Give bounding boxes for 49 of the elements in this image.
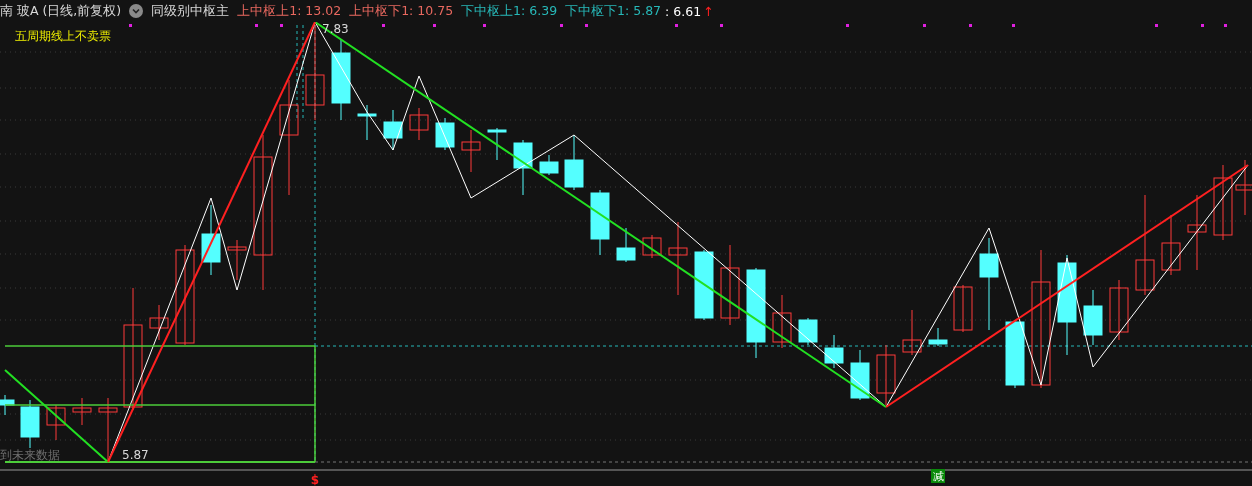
- candlestick: [435, 117, 455, 151]
- note-text: 五周期线上不卖票: [15, 29, 111, 43]
- low-price-label: 5.87: [122, 448, 149, 462]
- candlestick: [487, 127, 507, 161]
- reduce-signal: 减: [931, 469, 945, 483]
- candlestick: [539, 154, 559, 176]
- candlestick: [1161, 214, 1181, 276]
- candlestick: [513, 139, 533, 196]
- candlestick: [72, 397, 92, 426]
- candlestick: [564, 134, 584, 191]
- dropdown-icon[interactable]: [129, 4, 144, 18]
- indicator-value: 下中枢上1: 6.39: [461, 2, 558, 20]
- candlestick: [227, 239, 247, 281]
- candlestick: [1109, 279, 1129, 341]
- dollar-signal: $: [310, 473, 320, 486]
- last-value: : 6.61: [665, 3, 702, 19]
- candlestick: [772, 294, 792, 349]
- candlestick: [694, 249, 714, 321]
- candlestick: [98, 397, 118, 463]
- candlestick: [642, 234, 662, 259]
- candlestick: [1005, 319, 1025, 389]
- candlestick: [0, 394, 15, 416]
- indicator-value: 上中枢上1: 13.02: [237, 2, 342, 20]
- candlestick: [590, 189, 610, 256]
- warning-text: 到未来数据: [0, 448, 60, 462]
- high-price-label: 7.83: [322, 22, 349, 36]
- candlestick: [1083, 289, 1103, 346]
- candlestick: [850, 349, 870, 401]
- candlestick: [616, 227, 636, 263]
- candlestick: [357, 104, 377, 141]
- up-arrow: ↑: [703, 3, 714, 19]
- candlestick: [876, 344, 896, 406]
- candlestick: [46, 404, 66, 441]
- candlestick: [20, 399, 40, 449]
- candlestick: [461, 129, 481, 173]
- candlestick: [409, 107, 429, 141]
- candlestick: [383, 109, 403, 151]
- candlestick: [953, 284, 973, 333]
- candlestick: [928, 327, 948, 347]
- indicator-value: 上中枢下1: 10.75: [349, 2, 454, 20]
- candlestick: [1235, 159, 1252, 216]
- candlestick: [149, 304, 169, 341]
- candlestick: [902, 309, 922, 356]
- indicator-value: 下中枢下1: 5.87: [565, 2, 662, 20]
- candlestick: [824, 334, 844, 369]
- indicator-name: 同级别中枢主: [151, 2, 230, 20]
- candlestick: [798, 317, 818, 346]
- stock-title: 南 玻A (日线,前复权): [0, 2, 122, 20]
- candlestick: [201, 204, 221, 276]
